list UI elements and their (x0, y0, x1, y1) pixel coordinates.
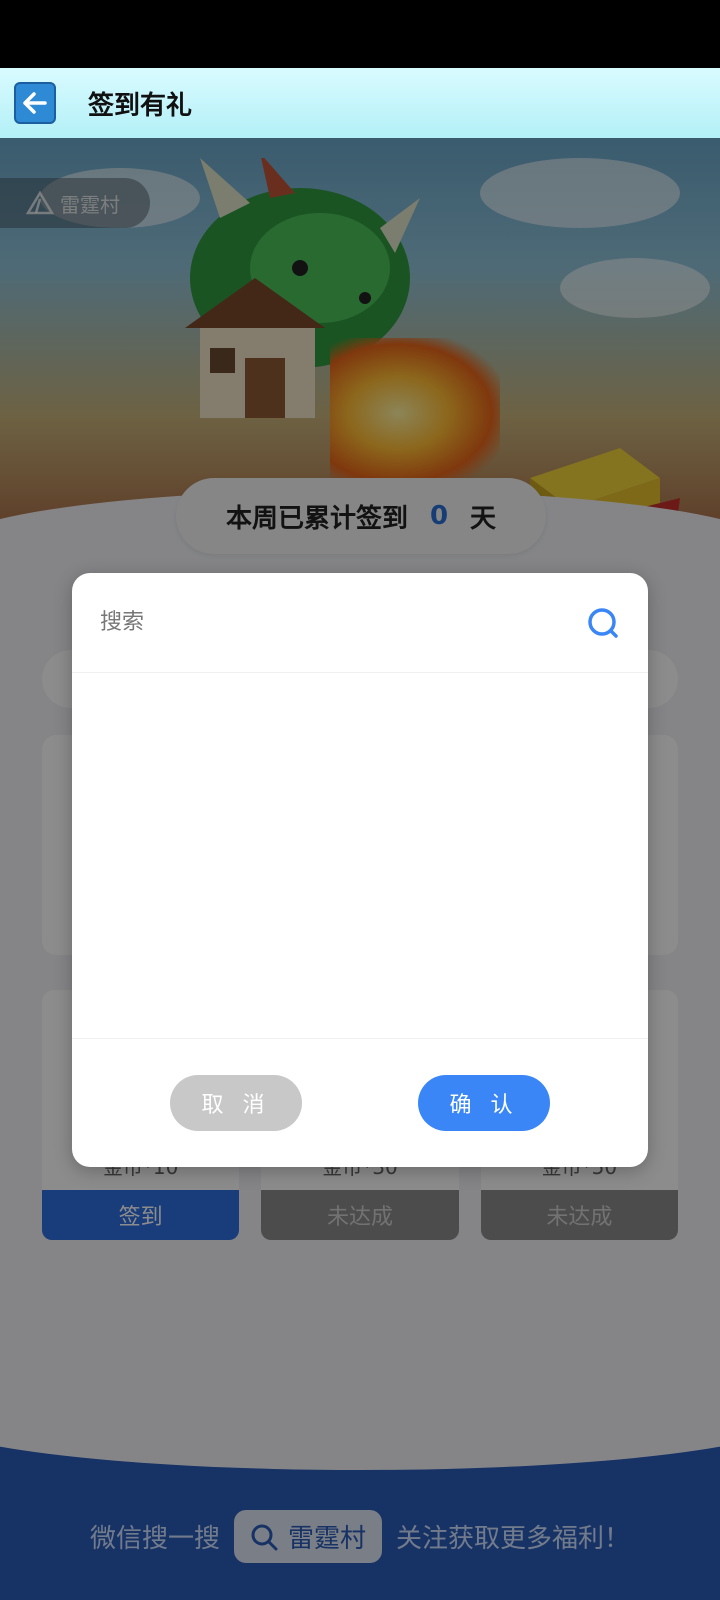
search-input[interactable] (100, 610, 520, 635)
search-dialog: 取 消 确 认 (72, 573, 648, 1167)
back-button[interactable] (14, 82, 56, 124)
status-bar (0, 0, 720, 68)
arrow-left-icon (23, 92, 47, 114)
page-title: 签到有礼 (88, 90, 193, 121)
app-header: 签到有礼 (0, 68, 720, 138)
dialog-search-bar (72, 573, 648, 673)
search-icon[interactable] (586, 606, 620, 640)
cancel-button[interactable]: 取 消 (170, 1075, 302, 1131)
dialog-footer: 取 消 确 认 (72, 1039, 648, 1167)
dialog-results-area (72, 673, 648, 1039)
confirm-button[interactable]: 确 认 (418, 1075, 550, 1131)
